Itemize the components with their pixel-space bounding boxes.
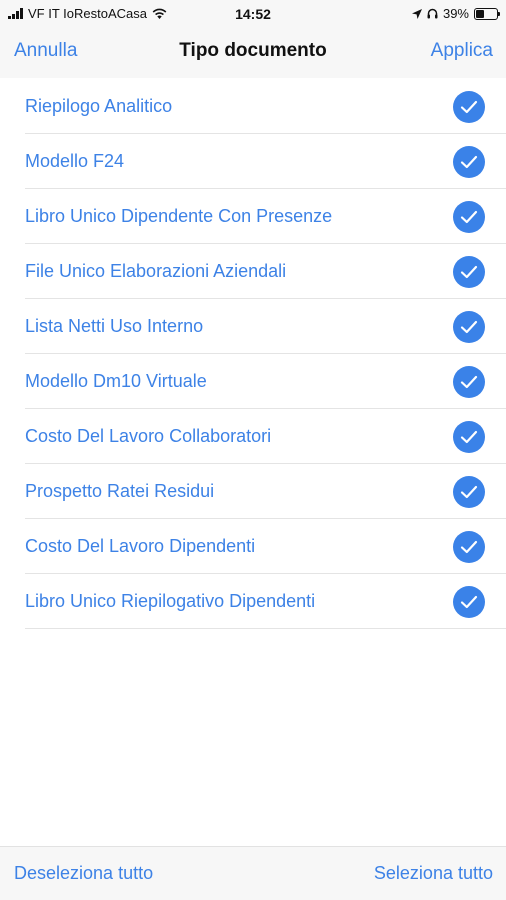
list-item-1[interactable]: Riepilogo Analitico bbox=[0, 79, 506, 134]
list-item-label: Costo Del Lavoro Dipendenti bbox=[25, 536, 256, 556]
checkmark-icon[interactable] bbox=[453, 366, 485, 398]
status-bar-right: 39% bbox=[411, 6, 500, 21]
check-glyph bbox=[460, 430, 478, 444]
bottom-toolbar: Deseleziona tutto Seleziona tutto bbox=[0, 846, 506, 900]
list-item-10[interactable]: Libro Unico Riepilogativo Dipendenti bbox=[0, 574, 506, 629]
check-glyph bbox=[460, 485, 478, 499]
list-item-label: Modello F24 bbox=[25, 151, 125, 171]
apply-button[interactable]: Applica bbox=[431, 40, 493, 62]
check-glyph bbox=[460, 320, 478, 334]
select-all-button[interactable]: Seleziona tutto bbox=[374, 863, 493, 884]
list-item-label: Prospetto Ratei Residui bbox=[25, 481, 215, 501]
checkmark-icon[interactable] bbox=[453, 256, 485, 288]
location-icon bbox=[411, 8, 422, 19]
document-type-list: Riepilogo Analitico Modello F24 Libro Un… bbox=[0, 79, 506, 629]
checkmark-icon[interactable] bbox=[453, 531, 485, 563]
list-item-2[interactable]: Modello F24 bbox=[0, 134, 506, 189]
checkmark-icon[interactable] bbox=[453, 476, 485, 508]
list-item-4[interactable]: File Unico Elaborazioni Aziendali bbox=[0, 244, 506, 299]
check-glyph bbox=[460, 265, 478, 279]
checkmark-icon[interactable] bbox=[453, 586, 485, 618]
list-item-label: Costo Del Lavoro Collaboratori bbox=[25, 426, 272, 446]
list-item-3[interactable]: Libro Unico Dipendente Con Presenze bbox=[0, 189, 506, 244]
checkmark-icon[interactable] bbox=[453, 421, 485, 453]
checkmark-icon[interactable] bbox=[453, 146, 485, 178]
navigation-bar: Annulla Tipo documento Applica bbox=[0, 28, 506, 78]
check-glyph bbox=[460, 540, 478, 554]
list-item-7[interactable]: Costo Del Lavoro Collaboratori bbox=[0, 409, 506, 464]
list-item-label: Lista Netti Uso Interno bbox=[25, 316, 204, 336]
list-item-label: Riepilogo Analitico bbox=[25, 96, 173, 116]
check-glyph bbox=[460, 155, 478, 169]
headphones-icon bbox=[427, 8, 438, 19]
list-item-label: Modello Dm10 Virtuale bbox=[25, 371, 207, 391]
check-glyph bbox=[460, 100, 478, 114]
battery-icon bbox=[474, 7, 500, 20]
checkmark-icon[interactable] bbox=[453, 311, 485, 343]
battery-percentage: 39% bbox=[442, 6, 469, 21]
battery-level bbox=[476, 9, 484, 18]
check-glyph bbox=[460, 595, 478, 609]
list-item-6[interactable]: Modello Dm10 Virtuale bbox=[0, 354, 506, 409]
list-item-8[interactable]: Prospetto Ratei Residui bbox=[0, 464, 506, 519]
list-item-9[interactable]: Costo Del Lavoro Dipendenti bbox=[0, 519, 506, 574]
deselect-all-button[interactable]: Deseleziona tutto bbox=[14, 863, 153, 884]
checkmark-icon[interactable] bbox=[453, 91, 485, 123]
list-item-label: Libro Unico Riepilogativo Dipendenti bbox=[25, 591, 316, 611]
status-bar: VF IT IoRestoACasa 14:52 39% bbox=[0, 0, 506, 28]
checkmark-icon[interactable] bbox=[453, 201, 485, 233]
check-glyph bbox=[460, 375, 478, 389]
list-item-label: File Unico Elaborazioni Aziendali bbox=[25, 261, 287, 281]
list-item-label: Libro Unico Dipendente Con Presenze bbox=[25, 206, 333, 226]
cancel-button[interactable]: Annulla bbox=[14, 40, 77, 62]
list-item-5[interactable]: Lista Netti Uso Interno bbox=[0, 299, 506, 354]
check-glyph bbox=[460, 210, 478, 224]
